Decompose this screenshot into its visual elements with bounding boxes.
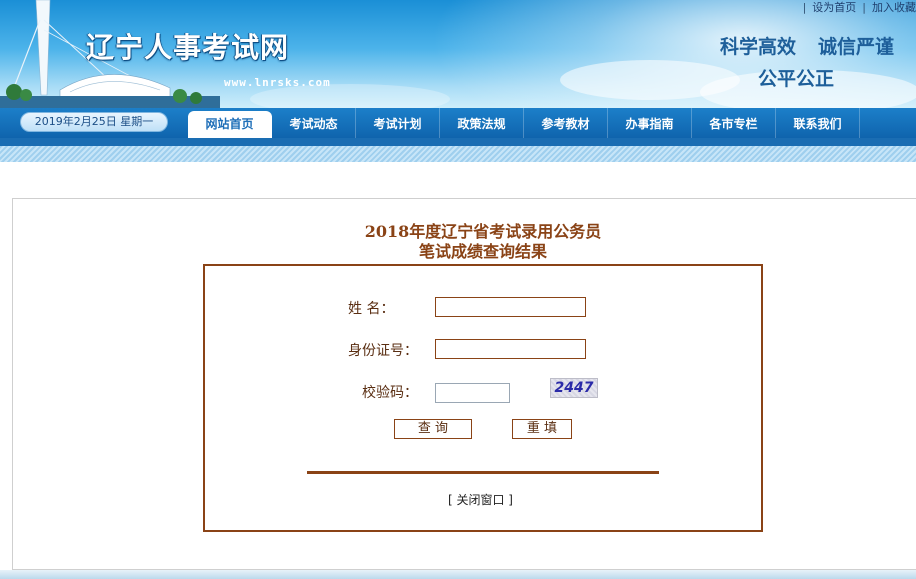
nav-item-materials[interactable]: 参考教材 [524,108,608,138]
id-number-field[interactable] [435,339,586,359]
title-line-2: 笔试成绩查询结果 [418,242,547,261]
set-homepage-link[interactable]: 设为首页 [812,0,856,15]
site-url: www.lnrsks.com [224,76,331,89]
slogan-3: 公平公正 [758,68,835,90]
add-favorite-link[interactable]: 加入收藏 [872,0,916,15]
nav-item-exam-plan[interactable]: 考试计划 [356,108,440,138]
slogan-1: 科学高效 [720,36,797,58]
footer-edge [0,570,916,579]
nav-item-policy[interactable]: 政策法规 [440,108,524,138]
divider [307,471,659,474]
name-label: 姓 名： [348,301,395,317]
code-label: 校验码： [362,385,418,401]
nav-item-cities[interactable]: 各市专栏 [692,108,776,138]
nav-item-contact[interactable]: 联系我们 [776,108,860,138]
nav-item-home[interactable]: 网站首页 [188,111,272,138]
id-label: 身份证号： [348,343,418,359]
nav-items: 网站首页 考试动态 考试计划 政策法规 参考教材 办事指南 各市专栏 联系我们 [188,108,860,138]
close-window-link[interactable]: [ 关闭窗口 ] [448,491,513,508]
date-display: 2019年2月25日 星期一 [20,112,168,132]
captcha-image[interactable]: 2447 [550,378,598,398]
decorative-stripe [0,146,916,162]
slogan-2: 诚信严谨 [818,36,895,58]
query-button[interactable]: 查 询 [394,419,472,439]
verification-code-field[interactable] [435,383,510,403]
nav-item-guide[interactable]: 办事指南 [608,108,692,138]
site-banner: | 设为首页 | 加入收藏 辽宁人事考试网 www.lnrsks.com 科学高… [0,0,916,108]
name-field[interactable] [435,297,586,317]
top-links: | 设为首页 | 加入收藏 [802,0,916,15]
reset-button[interactable]: 重 填 [512,419,572,439]
page-title: 2018年度辽宁省考试录用公务员 笔试成绩查询结果 [290,222,676,262]
site-title: 辽宁人事考试网 [86,31,290,64]
nav-stripe [0,138,916,146]
nav-item-exam-news[interactable]: 考试动态 [272,108,356,138]
title-line-1: 2018年度辽宁省考试录用公务员 [364,222,602,241]
main-nav: 2019年2月25日 星期一 网站首页 考试动态 考试计划 政策法规 参考教材 … [0,108,916,138]
